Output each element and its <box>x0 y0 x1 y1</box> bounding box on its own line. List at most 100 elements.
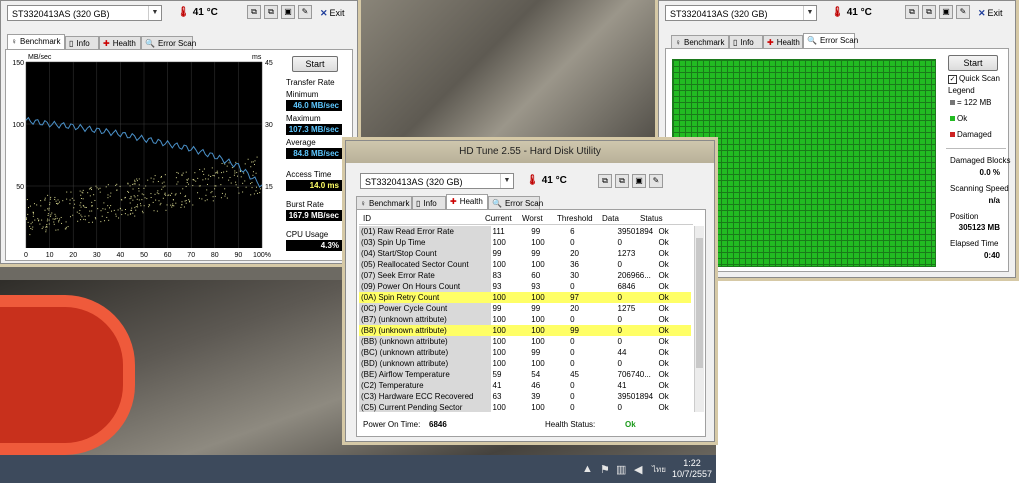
table-row[interactable]: (B8) (unknown attribute) 100 100 99 0 Ok <box>359 325 691 336</box>
table-row[interactable]: (01) Raw Read Error Rate 111 99 6 39501894 Ok <box>359 226 691 237</box>
drive-select[interactable]: ST3320413AS (320 GB) ▼ <box>360 173 514 189</box>
elapsed-time-value: 0:40 <box>983 251 1000 260</box>
access-point <box>95 185 97 187</box>
exit-button[interactable]: ✕ Exit <box>320 5 345 21</box>
cell-id: (0C) Power Cycle Count <box>359 303 491 314</box>
cell-data: 1275 <box>617 304 636 313</box>
tab-error-scan[interactable]: 🔍 Error Scan <box>141 36 196 49</box>
title-bar[interactable]: HD Tune 2.55 - Hard Disk Utility <box>346 141 714 163</box>
table-row[interactable]: (C5) Current Pending Sector 100 100 0 0 Ok <box>359 402 691 412</box>
quick-scan-checkbox[interactable]: ✓ Quick Scan <box>948 74 1000 84</box>
copy-window-button[interactable]: ⧉ <box>264 5 278 19</box>
access-point <box>33 203 35 205</box>
access-point <box>136 180 138 182</box>
access-point <box>242 182 244 184</box>
access-point <box>56 217 58 219</box>
copy-button[interactable]: ⧉ <box>598 174 612 188</box>
tab-benchmark[interactable]: ♀ Benchmark <box>671 35 729 48</box>
exit-button[interactable]: ✕ Exit <box>978 5 1003 21</box>
tray-arrow-icon[interactable]: ▲ <box>582 463 593 475</box>
cell-data: 0 <box>615 325 657 336</box>
table-row[interactable]: (07) Seek Error Rate 83 60 30 206966... Ok <box>359 270 691 281</box>
copy-window-button[interactable]: ⧉ <box>615 174 629 188</box>
table-row[interactable]: (B7) (unknown attribute) 100 100 0 0 Ok <box>359 314 691 325</box>
tab-info[interactable]: ▯ Info <box>65 36 99 49</box>
tab-health[interactable]: ✚ Health <box>763 35 803 48</box>
access-point <box>188 183 190 185</box>
copy-window-button[interactable]: ⧉ <box>922 5 936 19</box>
copy-button[interactable]: ⧉ <box>905 5 919 19</box>
options-button[interactable]: ✎ <box>649 174 663 188</box>
col-id[interactable]: ID <box>363 214 371 223</box>
options-button[interactable]: ✎ <box>298 5 312 19</box>
cell-threshold: 0 <box>570 392 575 401</box>
drive-select[interactable]: ST3320413AS (320 GB) ▼ <box>7 5 162 21</box>
cell-worst: 60 <box>531 271 541 280</box>
table-row[interactable]: (C2) Temperature 41 46 0 41 Ok <box>359 380 691 391</box>
access-point <box>139 203 141 205</box>
cell-status: Ok <box>658 227 669 236</box>
drive-select[interactable]: ST3320413AS (320 GB) ▼ <box>665 5 817 21</box>
network-icon[interactable]: ▥ <box>616 463 626 476</box>
table-row[interactable]: (BE) Airflow Temperature 59 54 45 706740... O… <box>359 369 691 380</box>
col-threshold[interactable]: Threshold <box>557 214 593 223</box>
table-row[interactable]: (09) Power On Hours Count 93 93 0 6846 Ok <box>359 281 691 292</box>
system-clock[interactable]: 1:22 10/7/2557 <box>672 458 712 480</box>
col-status[interactable]: Status <box>640 214 663 223</box>
col-worst[interactable]: Worst <box>522 214 543 223</box>
table-row[interactable]: (BD) (unknown attribute) 100 100 0 0 Ok <box>359 358 691 369</box>
col-data[interactable]: Data <box>602 214 619 223</box>
access-point <box>78 212 80 214</box>
start-button[interactable]: Start <box>948 55 998 71</box>
table-row[interactable]: (03) Spin Up Time 100 100 0 0 Ok <box>359 237 691 248</box>
y-axis-title: MB/sec <box>28 54 52 61</box>
access-point <box>109 207 111 209</box>
access-point <box>91 205 93 207</box>
copy-button[interactable]: ⧉ <box>247 5 261 19</box>
drive-select-value: ST3320413AS (320 GB) <box>670 9 768 19</box>
table-row[interactable]: (C3) Hardware ECC Recovered 63 39 0 39501894… <box>359 391 691 402</box>
access-point <box>171 192 173 194</box>
access-point <box>107 197 109 199</box>
tab-benchmark[interactable]: ♀ Benchmark <box>356 196 412 209</box>
tab-error-scan[interactable]: 🔍 Error Scan <box>803 33 858 48</box>
access-point <box>27 207 29 209</box>
cell-data: 0 <box>617 260 622 269</box>
access-point <box>32 211 34 213</box>
access-point <box>65 221 67 223</box>
save-button[interactable]: ▣ <box>632 174 646 188</box>
access-point <box>32 215 34 217</box>
magnifier-icon: 🔍 <box>807 36 817 45</box>
table-row[interactable]: (BC) (unknown attribute) 100 99 0 44 Ok <box>359 347 691 358</box>
save-button[interactable]: ▣ <box>939 5 953 19</box>
tab-error-scan[interactable]: 🔍 Error Scan <box>488 196 543 209</box>
access-point <box>212 174 214 176</box>
save-button[interactable]: ▣ <box>281 5 295 19</box>
table-scrollbar[interactable] <box>694 226 704 412</box>
options-button[interactable]: ✎ <box>956 5 970 19</box>
access-point <box>55 215 57 217</box>
keyboard-icon[interactable]: ไทย <box>652 463 666 476</box>
table-row[interactable]: (BB) (unknown attribute) 100 100 0 0 Ok <box>359 336 691 347</box>
table-row[interactable]: (0A) Spin Retry Count 100 100 97 0 Ok <box>359 292 691 303</box>
volume-icon[interactable]: ◀ <box>634 463 642 476</box>
clock-date: 10/7/2557 <box>672 469 713 479</box>
table-row[interactable]: (04) Start/Stop Count 99 99 20 1273 Ok <box>359 248 691 259</box>
scrollbar-thumb[interactable] <box>696 238 703 368</box>
start-button[interactable]: Start <box>292 56 338 72</box>
cell-worst: 100 <box>531 260 545 269</box>
access-point <box>255 190 257 192</box>
table-row[interactable]: (05) Reallocated Sector Count 100 100 36 0 Ok <box>359 259 691 270</box>
tab-info[interactable]: ▯ Info <box>729 35 763 48</box>
tab-benchmark[interactable]: ♀ Benchmark <box>7 34 65 49</box>
thermometer-icon: 🌡 <box>831 7 844 18</box>
table-row[interactable]: (0C) Power Cycle Count 99 99 20 1275 Ok <box>359 303 691 314</box>
access-point <box>177 172 179 174</box>
tab-health[interactable]: ✚ Health <box>446 194 488 209</box>
access-point <box>116 183 118 185</box>
access-point <box>136 204 138 206</box>
tab-health[interactable]: ✚ Health <box>99 36 141 49</box>
col-current[interactable]: Current <box>485 214 512 223</box>
tab-info[interactable]: ▯ Info <box>412 196 446 209</box>
flag-icon[interactable]: ⚑ <box>600 463 610 476</box>
